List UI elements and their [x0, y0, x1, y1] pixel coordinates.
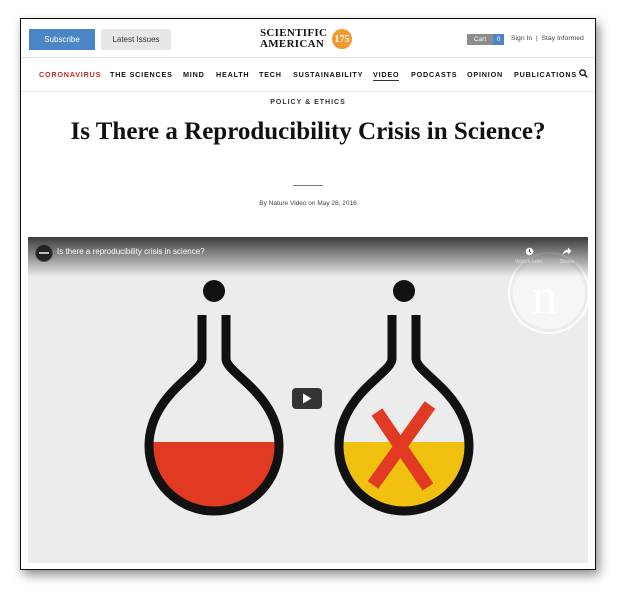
watch-later-label: Watch later [515, 259, 543, 265]
video-player[interactable]: n Is there a reproducibility crisis in s… [28, 237, 588, 563]
sign-in-link[interactable]: Sign In [511, 35, 532, 42]
article-kicker[interactable]: POLICY & ETHICS [21, 99, 595, 106]
cart-count: 0 [493, 34, 504, 45]
title-divider [293, 185, 323, 186]
play-button[interactable] [292, 388, 322, 409]
subscribe-button[interactable]: Subscribe [29, 29, 95, 50]
account-divider: | [535, 35, 538, 42]
logo-line-2: AMERICAN [260, 38, 325, 50]
share-label: Share [559, 259, 575, 265]
cart-button[interactable]: Cart 0 [467, 34, 504, 45]
video-title[interactable]: Is there a reproducibility crisis in sci… [57, 247, 205, 256]
article-title: Is There a Reproducibility Crisis in Sci… [70, 118, 546, 145]
browser-page: Subscribe Latest Issues SCIENTIFIC AMERI… [20, 18, 596, 570]
account-links: Sign In | Stay Informed [511, 35, 584, 42]
nav-item-mind[interactable]: MIND [183, 70, 205, 79]
nav-item-opinion[interactable]: OPINION [467, 70, 503, 79]
nav-item-tech[interactable]: TECH [259, 70, 282, 79]
latest-issues-button[interactable]: Latest Issues [101, 29, 171, 50]
nav-item-health[interactable]: HEALTH [216, 70, 249, 79]
article-byline: By Nature Video on May 28, 2016 [259, 200, 357, 207]
channel-icon[interactable] [35, 244, 53, 262]
share-button[interactable]: Share [552, 247, 582, 267]
logo-badge: 175 [332, 29, 352, 49]
watch-later-button[interactable]: Watch later [512, 247, 546, 267]
nav-item-the-sciences[interactable]: THE SCIENCES [110, 70, 173, 79]
nav-item-sustainability[interactable]: SUSTAINABILITY [293, 70, 363, 79]
stay-informed-link[interactable]: Stay Informed [542, 35, 584, 42]
search-icon[interactable] [579, 69, 588, 78]
logo-wordmark: SCIENTIFIC AMERICAN [260, 28, 327, 50]
cart-label: Cart [467, 34, 493, 45]
nav-item-video[interactable]: VIDEO [373, 70, 400, 81]
main-nav: CORONAVIRUS THE SCIENCES MIND HEALTH TEC… [21, 59, 595, 92]
nav-item-coronavirus[interactable]: CORONAVIRUS [39, 70, 101, 79]
share-icon [562, 247, 572, 256]
nature-logo-letter: n [532, 268, 557, 324]
nav-item-publications[interactable]: PUBLICATIONS [514, 70, 577, 79]
top-bar: Subscribe Latest Issues SCIENTIFIC AMERI… [21, 19, 595, 58]
play-icon [303, 393, 312, 404]
site-logo[interactable]: SCIENTIFIC AMERICAN 175 [260, 28, 356, 54]
nav-item-podcasts[interactable]: PODCASTS [411, 70, 457, 79]
clock-icon [525, 247, 534, 256]
